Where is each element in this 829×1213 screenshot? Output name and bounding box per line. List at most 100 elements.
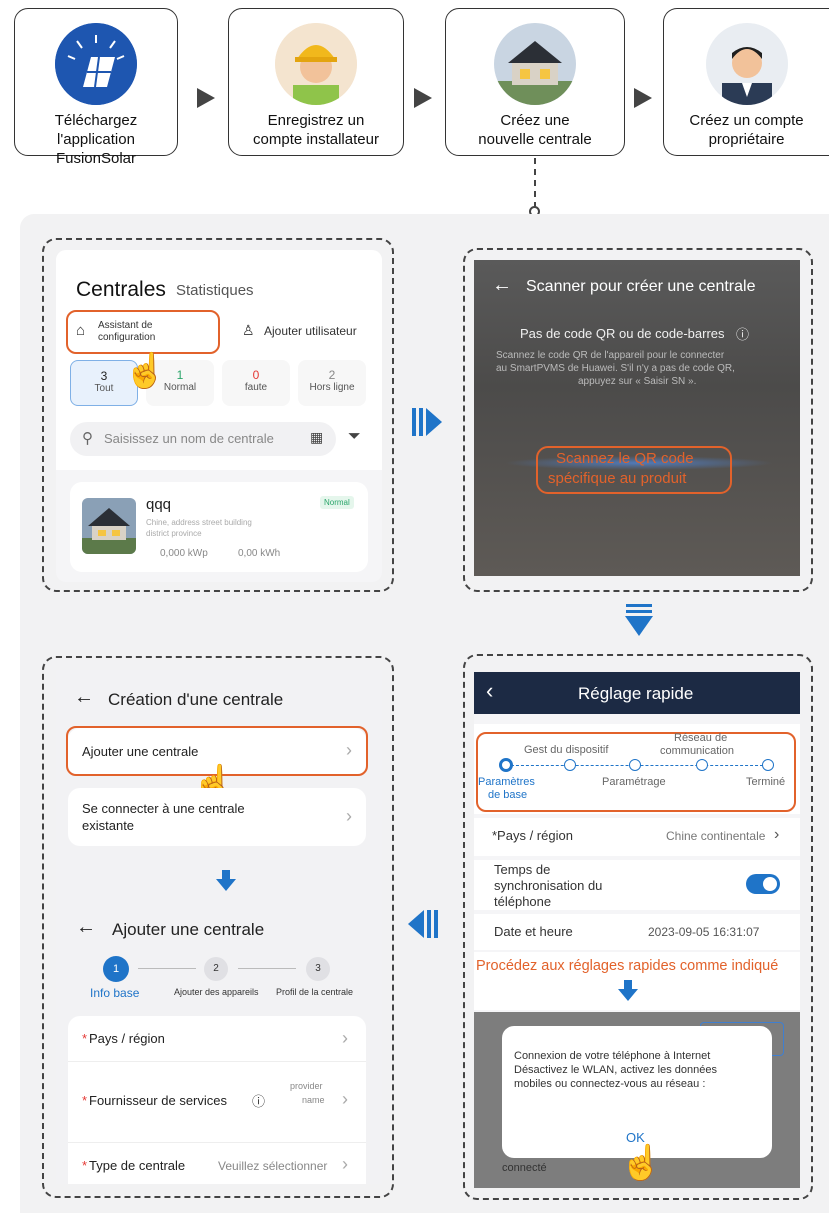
provider-row[interactable]: * Fournisseur de services ⓘ provider nam… bbox=[68, 1063, 366, 1143]
screen-quick-setup: ‹ Réglage rapide Gest du dispositif Rése… bbox=[474, 672, 800, 1188]
screen-plants: Centrales Statistiques ⌂ Assistant de co… bbox=[56, 250, 382, 582]
tab-statistics[interactable]: Statistiques bbox=[176, 282, 254, 299]
add-user-button[interactable]: Ajouter utilisateur bbox=[264, 324, 357, 338]
plant-energy: 0,00 kWh bbox=[238, 548, 281, 559]
plant-address: Chine, address street building bbox=[146, 518, 252, 527]
step-dot bbox=[629, 759, 641, 771]
step-dot bbox=[696, 759, 708, 771]
pointer-hand-icon: ☝ bbox=[620, 1144, 663, 1182]
step-dot bbox=[762, 759, 774, 771]
chevron-right-icon: › bbox=[346, 806, 352, 826]
search-bar[interactable]: ⚲ Saisissez un nom de centrale ▦ bbox=[70, 422, 336, 456]
provider-label: Fournisseur de services bbox=[89, 1093, 227, 1108]
flow-step-owner: Créez un compte propriétaire bbox=[663, 8, 829, 156]
instruction-note: Procédez aux réglages rapides comme indi… bbox=[476, 958, 779, 974]
background-text: connecté bbox=[502, 1162, 547, 1174]
step-dot-active bbox=[499, 758, 513, 772]
flow-arrow-icon bbox=[634, 88, 652, 108]
step-circle: 3 bbox=[306, 957, 330, 981]
step-label: Ajouter des appareils bbox=[174, 987, 259, 997]
step-label: Téléchargez bbox=[54, 112, 138, 129]
sync-label: téléphone bbox=[494, 894, 552, 909]
quick-setup-title: Réglage rapide bbox=[578, 684, 694, 703]
flow-step-download: Téléchargez l'application FusionSolar bbox=[14, 8, 178, 167]
connect-label: existante bbox=[82, 818, 135, 833]
country-row[interactable]: * Pays / région › bbox=[68, 1016, 366, 1062]
assistant-button[interactable] bbox=[66, 310, 220, 354]
screen-scanner: ← Scanner pour créer une centrale Pas de… bbox=[474, 260, 800, 576]
create-title: Création d'une centrale bbox=[108, 690, 284, 709]
dialog-ok-button[interactable]: OK bbox=[626, 1130, 645, 1145]
back-arrow-icon[interactable]: ← bbox=[76, 916, 96, 939]
country-row[interactable]: *Pays / région Chine continentale › bbox=[474, 818, 800, 856]
step-label: communication bbox=[660, 745, 734, 757]
connect-existing-row[interactable]: Se connecter à une centrale existante › bbox=[68, 788, 366, 846]
dialog-text: Désactivez le WLAN, activez les données bbox=[514, 1064, 717, 1076]
search-icon: ⚲ bbox=[82, 430, 93, 447]
step-label: Enregistrez un bbox=[267, 112, 365, 129]
filter-count: 0 bbox=[252, 368, 260, 382]
add-plant-title: Ajouter une centrale bbox=[112, 920, 265, 939]
pointer-hand-icon: ☝ bbox=[124, 352, 167, 390]
filter-label: Hors ligne bbox=[309, 382, 355, 393]
owner-avatar-icon bbox=[705, 23, 788, 105]
filter-label: faute bbox=[244, 382, 268, 393]
scan-icon[interactable]: ▦ bbox=[310, 429, 323, 446]
country-label: Pays / région bbox=[89, 1031, 165, 1046]
chevron-right-icon: › bbox=[342, 1154, 348, 1174]
sync-row: Temps de synchronisation du téléphone bbox=[474, 860, 800, 910]
filter-icon[interactable]: ⏷ bbox=[348, 428, 361, 446]
step-label: Créez un compte bbox=[689, 112, 804, 129]
step-label: compte installateur bbox=[253, 131, 379, 148]
info-icon: ⓘ bbox=[252, 1094, 266, 1109]
step-circle: 2 bbox=[204, 957, 228, 981]
screen-create-plant: ← Création d'une centrale Ajouter une ce… bbox=[56, 670, 382, 1184]
plant-type-row[interactable]: * Type de centrale Veuillez sélectionner… bbox=[68, 1144, 366, 1184]
search-input[interactable]: Saisissez un nom de centrale bbox=[104, 431, 274, 446]
plant-name: qqq bbox=[146, 496, 172, 513]
noqr-link[interactable]: Pas de code QR ou de code-barres bbox=[520, 326, 725, 341]
step-label-active: Info base bbox=[90, 986, 140, 1000]
flow-arrow-icon bbox=[197, 88, 215, 108]
scanner-hint: Scannez le code QR de l'appareil pour le… bbox=[496, 350, 725, 361]
step-circle-active: 1 bbox=[103, 956, 129, 982]
scanner-hint: au SmartPVMS de Huawei. S'il n'y a pas d… bbox=[496, 363, 735, 374]
sync-label: synchronisation du bbox=[494, 878, 603, 893]
add-user-icon: ♙ bbox=[242, 322, 255, 338]
scanner-hint: appuyez sur « Saisir SN ». bbox=[578, 376, 697, 387]
filter-fault[interactable]: 0 faute bbox=[222, 360, 290, 406]
chevron-right-icon: › bbox=[774, 826, 780, 843]
step-label: propriétaire bbox=[708, 131, 785, 148]
step-label: Réseau de bbox=[674, 732, 728, 744]
back-chevron-icon[interactable]: ‹ bbox=[486, 678, 493, 704]
step-label: Créez une bbox=[500, 112, 570, 129]
back-arrow-icon[interactable]: ← bbox=[74, 686, 94, 709]
back-arrow-icon[interactable]: ← bbox=[492, 274, 512, 297]
plant-thumbnail bbox=[82, 498, 136, 554]
info-icon: ⓘ bbox=[736, 327, 750, 342]
step-label: Terminé bbox=[746, 776, 786, 788]
plant-type-select[interactable]: Veuillez sélectionner bbox=[218, 1159, 327, 1173]
network-dialog: Connexion de votre téléphone à Internet … bbox=[502, 1026, 772, 1158]
connector-line bbox=[534, 158, 536, 208]
flow-step-create-plant: Créez une nouvelle centrale bbox=[445, 8, 625, 156]
plant-card[interactable]: qqq Normal Chine, address street buildin… bbox=[70, 482, 368, 572]
step-label: Gest du dispositif bbox=[524, 744, 609, 756]
filter-offline[interactable]: 2 Hors ligne bbox=[298, 360, 366, 406]
scan-instruction: Scannez le QR code bbox=[556, 450, 694, 467]
date-value: 2023-09-05 16:31:07 bbox=[648, 925, 760, 939]
sync-label: Temps de bbox=[494, 862, 551, 877]
connect-label: Se connecter à une centrale bbox=[82, 801, 245, 816]
flow-arrow-icon bbox=[626, 604, 652, 607]
plant-status-badge: Normal bbox=[320, 496, 354, 509]
country-label: *Pays / région bbox=[492, 828, 573, 843]
plant-address: district province bbox=[146, 529, 202, 538]
scanner-title: Scanner pour créer une centrale bbox=[526, 278, 756, 295]
plant-power: 0,000 kWp bbox=[160, 548, 208, 559]
step-label: Paramétrage bbox=[602, 776, 666, 788]
chevron-right-icon: › bbox=[342, 1028, 348, 1048]
country-value: Chine continentale bbox=[666, 829, 766, 843]
step-label-active: de base bbox=[488, 789, 528, 801]
filter-count: 2 bbox=[328, 368, 336, 382]
flow-step-register: Enregistrez un compte installateur bbox=[228, 8, 404, 156]
